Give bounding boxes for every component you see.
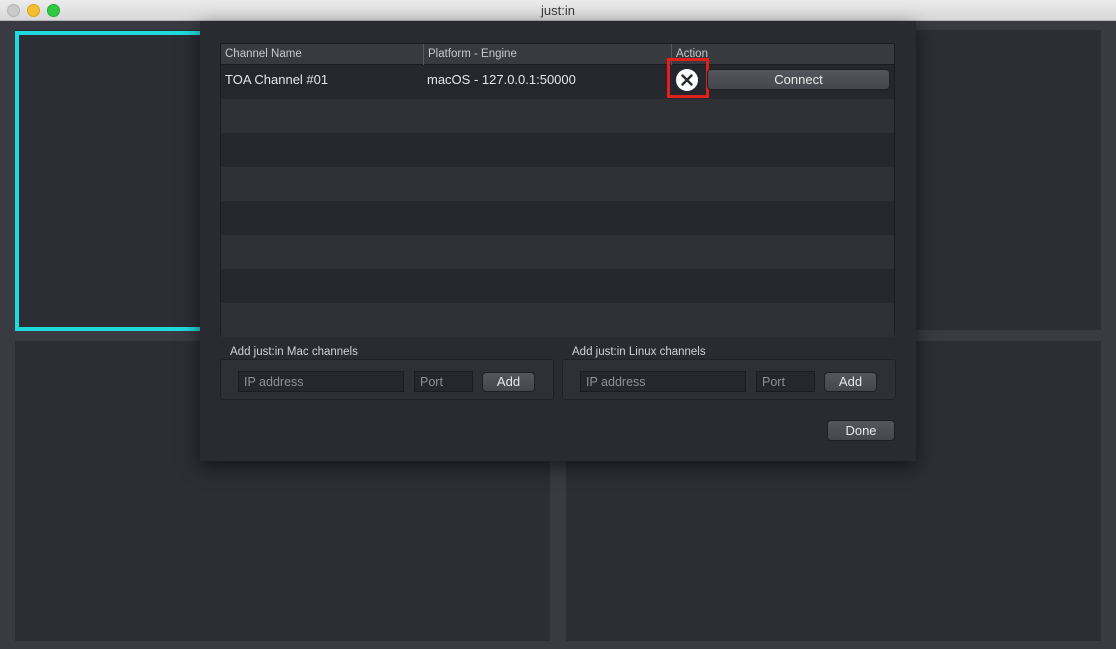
remove-button-highlight <box>667 58 709 98</box>
connect-button[interactable]: Connect <box>707 69 890 90</box>
selected-pane-outline <box>15 31 215 331</box>
platform-engine-cell: macOS - 127.0.0.1:50000 <box>427 72 576 87</box>
mac-port-input[interactable] <box>414 371 473 392</box>
mac-add-button[interactable]: Add <box>482 372 535 392</box>
title-bar: just:in <box>0 0 1116 21</box>
linux-ip-address-input[interactable] <box>580 371 746 392</box>
empty-table-row <box>221 235 894 269</box>
done-button[interactable]: Done <box>827 420 895 441</box>
empty-table-row <box>221 99 894 133</box>
linux-channels-label: Add just:in Linux channels <box>572 346 706 358</box>
channel-name-cell: TOA Channel #01 <box>225 72 329 87</box>
linux-port-input[interactable] <box>756 371 815 392</box>
empty-table-row <box>221 201 894 235</box>
column-header-platform-engine[interactable]: Platform - Engine <box>424 44 672 65</box>
linux-add-button[interactable]: Add <box>824 372 877 392</box>
window-title: just:in <box>541 3 575 18</box>
channels-table: Channel Name Platform - Engine Action TO… <box>220 43 895 337</box>
column-header-channel-name[interactable]: Channel Name <box>221 44 424 65</box>
empty-table-row <box>221 167 894 201</box>
empty-table-row <box>221 133 894 167</box>
empty-table-row <box>221 303 894 337</box>
table-rows: TOA Channel #01 macOS - 127.0.0.1:50000 … <box>221 58 894 337</box>
table-row[interactable]: TOA Channel #01 macOS - 127.0.0.1:50000 … <box>221 58 894 99</box>
channels-sheet: Channel Name Platform - Engine Action TO… <box>200 21 916 461</box>
linux-channels-group: Add <box>562 359 896 400</box>
mac-channels-label: Add just:in Mac channels <box>230 346 358 358</box>
empty-table-row <box>221 269 894 303</box>
table-header: Channel Name Platform - Engine Action <box>221 44 894 65</box>
mac-channels-group: Add <box>220 359 554 400</box>
mac-ip-address-input[interactable] <box>238 371 404 392</box>
